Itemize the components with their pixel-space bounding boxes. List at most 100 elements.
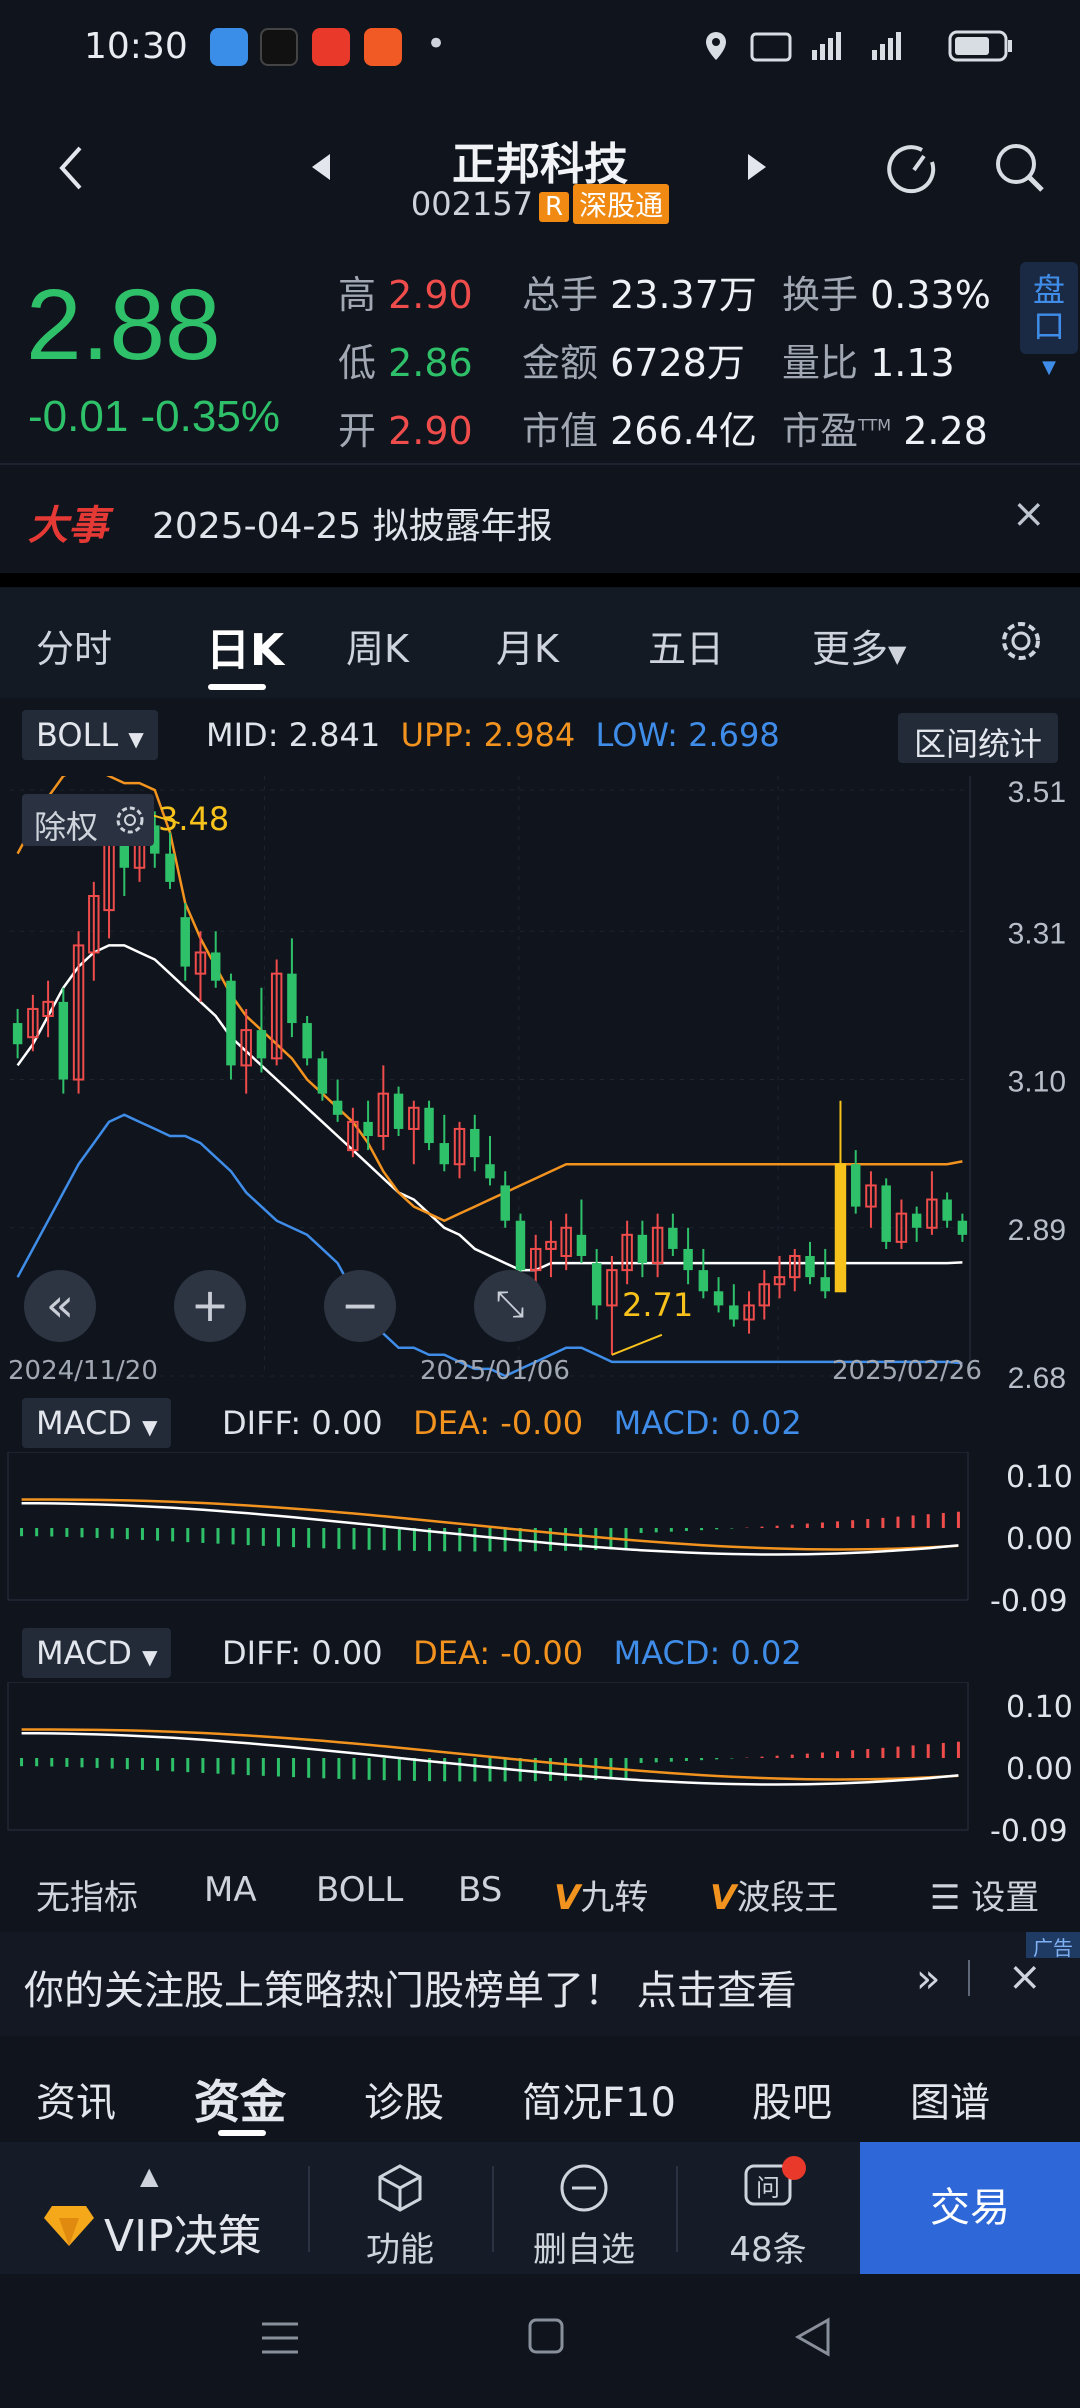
quote-high: 高 2.90: [338, 264, 473, 319]
candle-body: [363, 1121, 373, 1136]
event-banner[interactable]: 大事 2025-04-25 拟披露年报 ×: [0, 463, 1080, 573]
macd-label: MACD:: [613, 1634, 721, 1672]
tab-forum[interactable]: 股吧: [752, 2070, 832, 2128]
pankou-arrow-icon: ▼: [1042, 357, 1056, 378]
sub-indicator-select-1[interactable]: MACD ▼: [22, 1398, 172, 1448]
stock-code: 002157: [410, 185, 534, 223]
diamond-icon: [44, 2206, 94, 2246]
recent-apps-icon[interactable]: [258, 2318, 302, 2358]
indicator-settings[interactable]: ☰ 设置: [930, 1870, 1039, 1919]
settings-label: 设置: [971, 1878, 1040, 1918]
tab-monthly-k[interactable]: 月K: [496, 618, 559, 673]
low-label: LOW:: [595, 716, 678, 754]
fullscreen-icon[interactable]: ⤡: [474, 1270, 546, 1342]
indicator-none[interactable]: 无指标: [36, 1870, 138, 1919]
zoom-out-icon[interactable]: −: [324, 1270, 396, 1342]
macd-chart-1[interactable]: [0, 1452, 1080, 1622]
macd2-tick-bottom: -0.09: [990, 1814, 1068, 1849]
close-icon[interactable]: ×: [1008, 1954, 1042, 2000]
candle-body: [287, 973, 297, 1024]
search-icon[interactable]: [992, 140, 1048, 196]
diff-value: 0.00: [311, 1634, 383, 1672]
divider: [968, 1960, 970, 1996]
quote-low: 低 2.86: [338, 332, 473, 387]
back-nav-icon[interactable]: [792, 2316, 832, 2358]
date-label-end: 2025/02/26: [832, 1356, 982, 1386]
indicator-nine-turn[interactable]: V九转: [554, 1870, 648, 1919]
tab-graph[interactable]: 图谱: [910, 2070, 990, 2128]
unread-dot: [782, 2156, 806, 2180]
indicator-boll[interactable]: BOLL: [316, 1870, 403, 1910]
status-time: 10:30: [84, 26, 188, 67]
tab-f10[interactable]: 简况F10: [522, 2070, 676, 2128]
zoom-in-icon[interactable]: +: [174, 1270, 246, 1342]
next-stock-icon[interactable]: [746, 152, 770, 182]
tab-capital[interactable]: 资金: [194, 2066, 286, 2132]
minus-circle-icon: [560, 2164, 608, 2212]
home-icon[interactable]: [526, 2316, 566, 2356]
v-icon: V: [554, 1878, 581, 1918]
macd-chart-2[interactable]: [0, 1682, 1080, 1852]
double-chevron-right-icon[interactable]: »: [916, 1956, 940, 2002]
indicator-ma[interactable]: MA: [204, 1870, 257, 1910]
candle-body: [226, 980, 236, 1066]
ex-rights-chip[interactable]: 除权: [22, 794, 154, 846]
connect-tag: 深股通: [573, 184, 670, 224]
indicator-band-king[interactable]: V波段王: [710, 1870, 838, 1919]
y-tick-label: 2.68: [1008, 1362, 1066, 1388]
trade-button[interactable]: 交易: [860, 2142, 1080, 2274]
ad-banner[interactable]: 你的关注股上策略热门股榜单了！ 点击查看 » × 广告: [0, 1932, 1080, 2036]
tab-weekly-k[interactable]: 周K: [346, 618, 409, 673]
function-button[interactable]: 功能: [310, 2142, 490, 2274]
candle-body: [576, 1234, 587, 1256]
pe-ttm-sup: TTM: [858, 415, 892, 435]
candle-body: [165, 853, 175, 882]
bottom-action-bar: ▲ VIP决策 功能 删自选 问 48条 交易: [0, 2142, 1080, 2274]
main-indicator-select[interactable]: BOLL ▼: [22, 710, 158, 760]
macd1-tick-bottom: -0.09: [990, 1584, 1068, 1619]
function-label: 功能: [366, 2230, 434, 2270]
candle-body: [668, 1227, 678, 1249]
divider: [0, 573, 1080, 587]
boll-values: MID: 2.841 UPP: 2.984 LOW: 2.698: [206, 716, 780, 754]
range-stats-button[interactable]: 区间统计: [898, 713, 1058, 763]
remove-watchlist-label: 删自选: [533, 2230, 635, 2270]
macd-values-1: DIFF: 0.00 DEA: -0.00 MACD: 0.02: [222, 1404, 802, 1442]
low-value: 2.698: [688, 716, 780, 754]
tab-more[interactable]: 更多▼: [812, 618, 906, 673]
sub-indicator-select-2[interactable]: MACD ▼: [22, 1628, 172, 1678]
band-king-label: 波段王: [736, 1878, 839, 1918]
tab-daily-k[interactable]: 日K: [206, 614, 284, 678]
chevron-down-icon: ▼: [888, 640, 907, 668]
candle-body: [485, 1164, 495, 1179]
chevron-down-icon: ▼: [142, 1415, 158, 1439]
event-badge: 大事: [28, 503, 108, 549]
stock-header: 正邦科技 002157 R 深股通: [0, 110, 1080, 230]
volume-label: 总手: [522, 273, 599, 317]
messages-button[interactable]: 问 48条: [678, 2142, 858, 2274]
candle-body: [12, 1023, 23, 1045]
scroll-left-icon[interactable]: «: [24, 1270, 96, 1342]
tab-news[interactable]: 资讯: [36, 2070, 116, 2128]
dea-value: -0.00: [500, 1404, 584, 1442]
y-tick-label: 3.10: [1008, 1066, 1066, 1099]
refresh-icon[interactable]: [884, 140, 942, 198]
candle-body: [805, 1256, 815, 1278]
diff-value: 0.00: [311, 1404, 383, 1442]
price-change: -0.01 -0.35%: [28, 392, 280, 442]
tab-diagnosis[interactable]: 诊股: [364, 2070, 444, 2128]
vip-decision-button[interactable]: ▲ VIP决策: [20, 2142, 290, 2274]
indicator-bs[interactable]: BS: [458, 1870, 502, 1910]
change-value: -0.01: [28, 392, 129, 441]
macd-value: 0.02: [730, 1404, 802, 1442]
gear-icon[interactable]: [998, 618, 1044, 664]
ad-text: 你的关注股上策略热门股榜单了！ 点击查看: [24, 1968, 797, 2014]
ad-tag: 广告: [1026, 1932, 1080, 1960]
tab-five-day[interactable]: 五日: [648, 618, 724, 673]
remove-watchlist-button[interactable]: 删自选: [494, 2142, 674, 2274]
high-value: 2.90: [388, 273, 473, 317]
pankou-button[interactable]: 盘口 ▼: [1020, 262, 1078, 378]
close-icon[interactable]: ×: [1012, 491, 1046, 537]
tab-intraday[interactable]: 分时: [36, 618, 112, 673]
app-notification-icon: [210, 28, 248, 66]
